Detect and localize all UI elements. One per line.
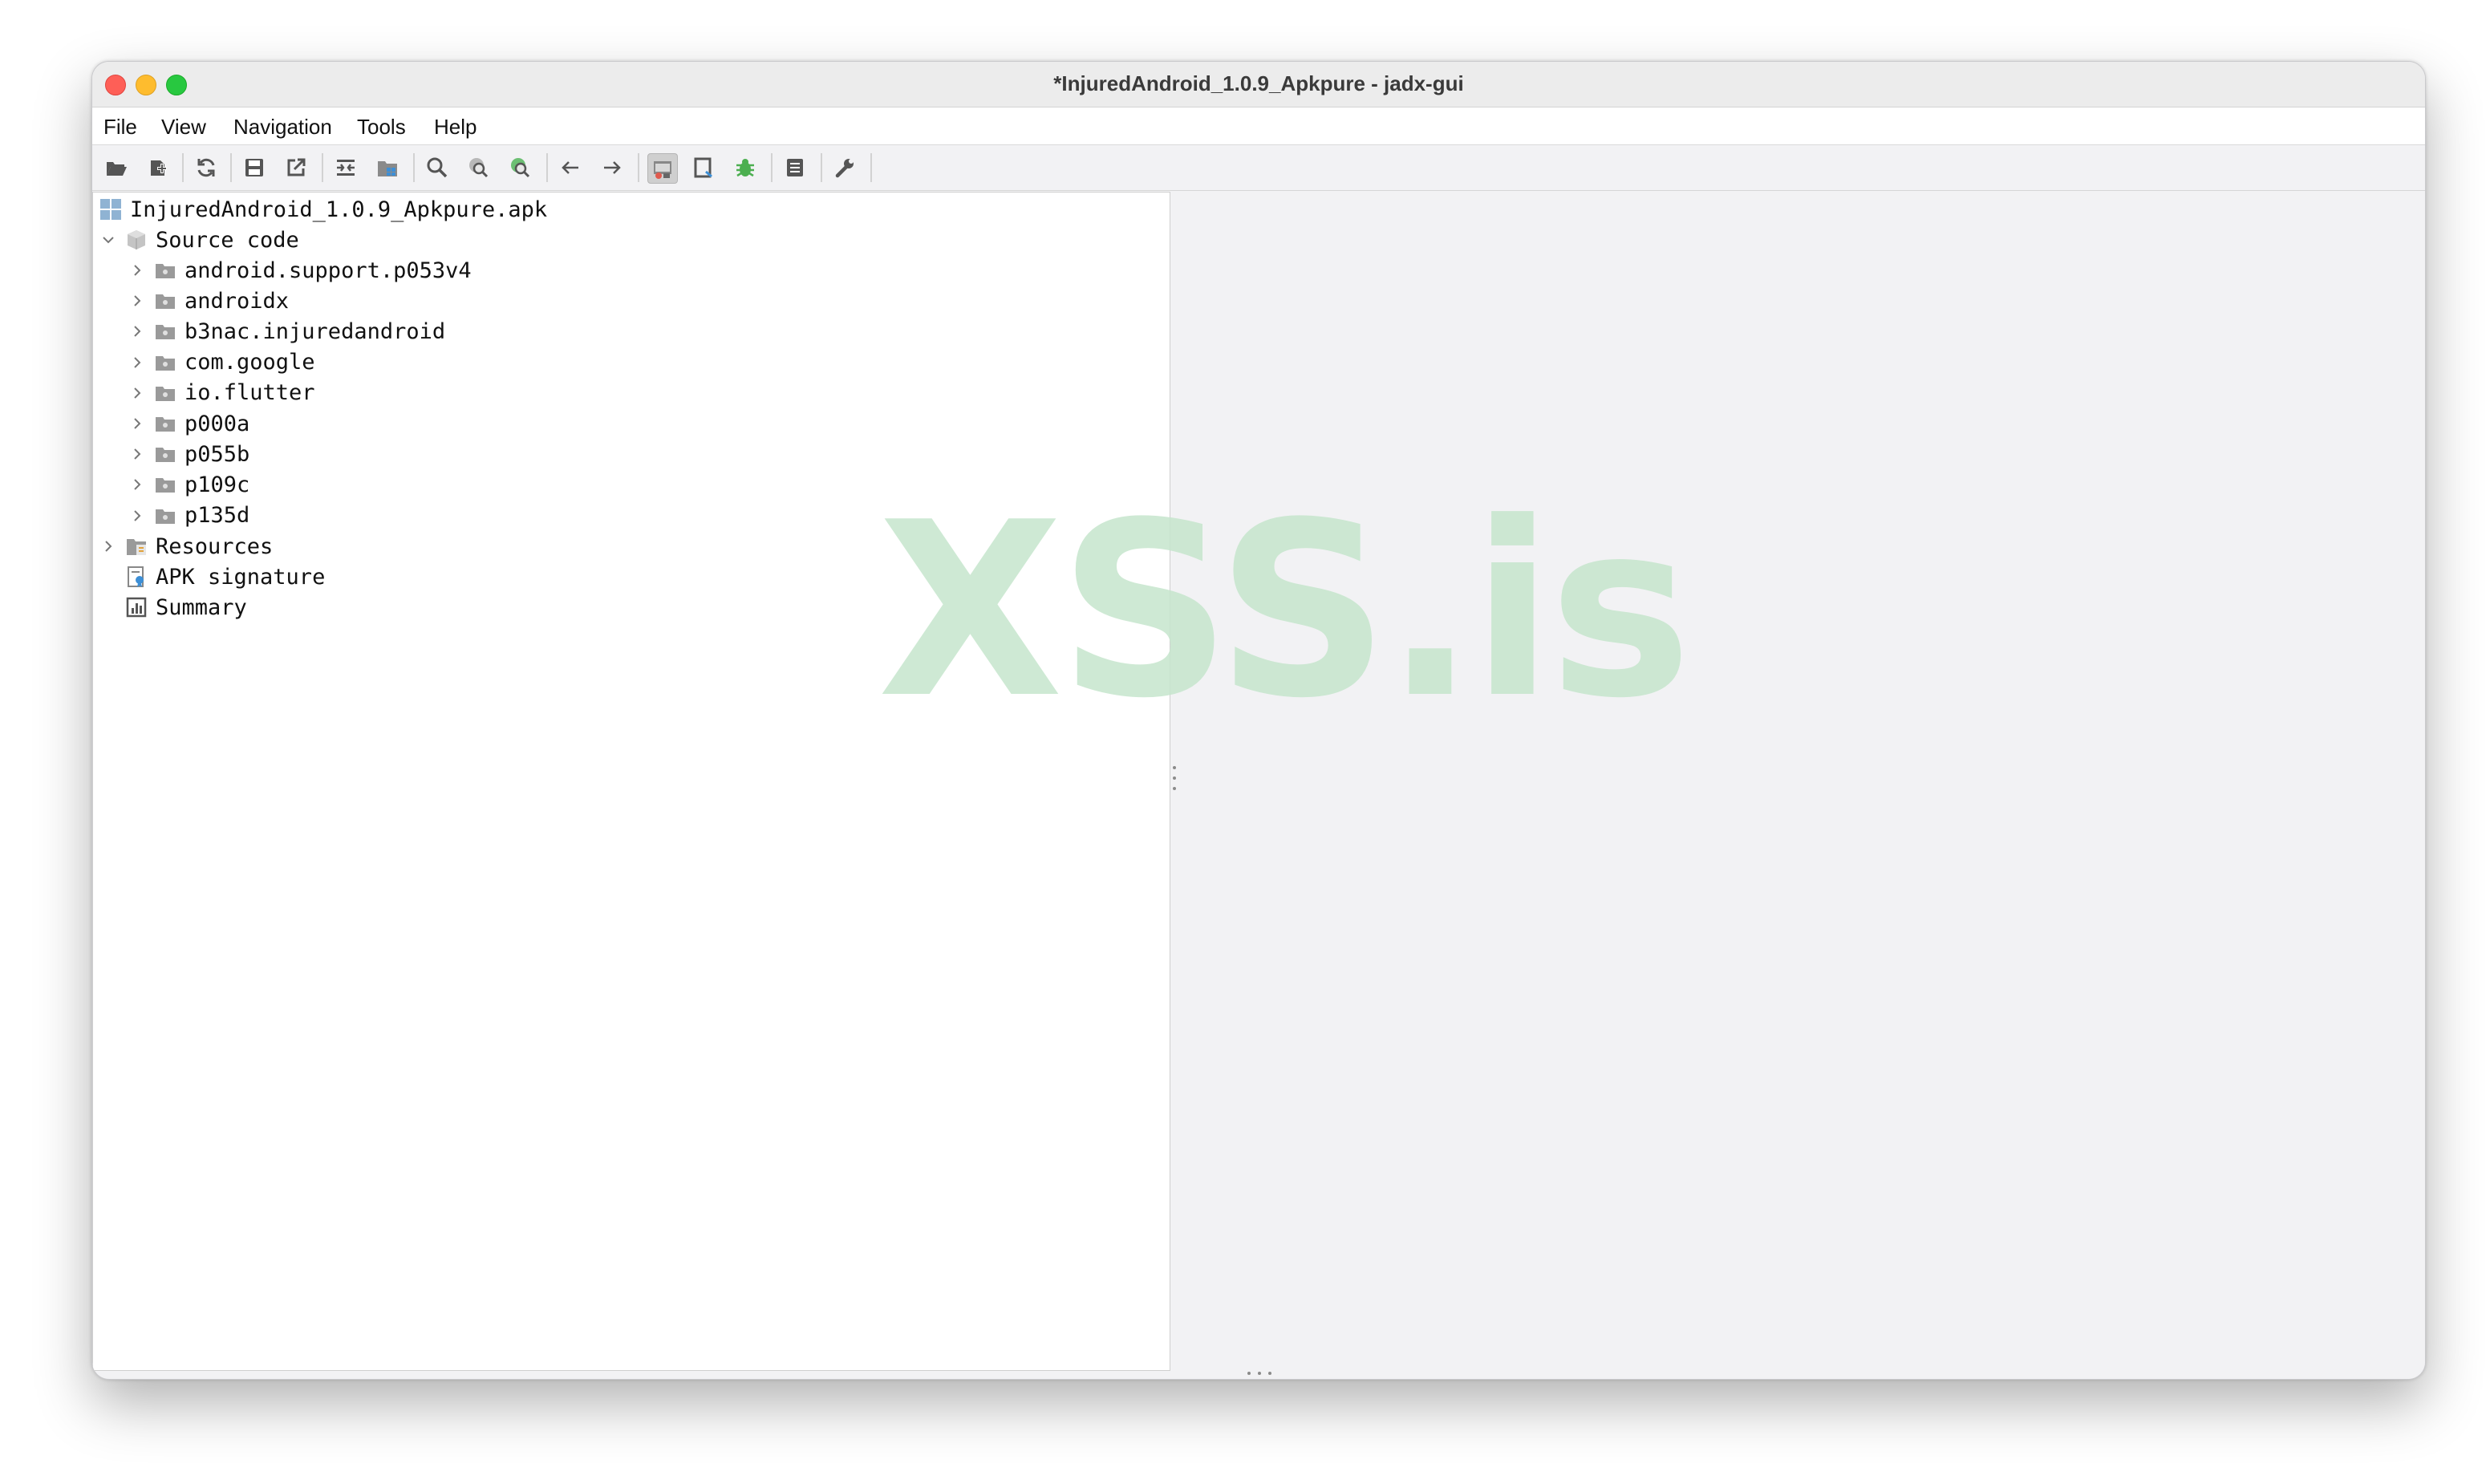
source-cube-icon (125, 229, 148, 251)
log-viewer-icon[interactable] (781, 153, 809, 182)
decompile-icon[interactable] (689, 153, 718, 182)
tree-package-item[interactable]: io.flutter (128, 378, 315, 408)
tree-root-apk[interactable]: InjuredAndroid_1.0.9_Apkpure.apk (99, 194, 547, 225)
chevron-right-icon[interactable] (128, 322, 146, 340)
tree-package-label: p055b (185, 441, 250, 467)
chevron-down-icon[interactable] (99, 231, 117, 249)
add-files-icon[interactable] (144, 153, 172, 182)
menu-view[interactable]: View (161, 115, 206, 140)
chevron-right-icon[interactable] (128, 415, 146, 432)
package-folder-icon (154, 382, 176, 404)
export-icon[interactable] (282, 153, 310, 182)
app-window: *InjuredAndroid_1.0.9_Apkpure - jadx-gui… (91, 61, 2426, 1380)
tree-apk-signature[interactable]: APK signature (125, 562, 325, 592)
toolbar-separator (546, 153, 548, 182)
tree-package-label: androidx (185, 288, 290, 314)
tree-package-item[interactable]: android.support.p053v4 (128, 255, 472, 286)
chevron-right-icon[interactable] (128, 384, 146, 402)
toolbar (92, 145, 2425, 191)
menu-navigation[interactable]: Navigation (233, 115, 332, 140)
tree-package-item[interactable]: com.google (128, 347, 315, 378)
resources-folder-icon (125, 535, 148, 558)
menu-bar: File View Navigation Tools Help (92, 107, 2425, 145)
tree-source-code[interactable]: Source code (99, 225, 299, 255)
chevron-right-icon[interactable] (128, 354, 146, 371)
tree-package-label: p000a (185, 411, 250, 436)
vertical-splitter-handle[interactable] (1172, 766, 1177, 790)
toolbar-separator (182, 153, 184, 182)
package-folder-icon (154, 259, 176, 282)
package-folder-icon (154, 320, 176, 343)
tree-package-label: io.flutter (185, 380, 315, 406)
chevron-right-icon[interactable] (128, 445, 146, 463)
tree-summary[interactable]: Summary (125, 592, 247, 622)
menu-file[interactable]: File (103, 115, 137, 140)
tree-package-item[interactable]: androidx (128, 286, 289, 316)
title-bar: *InjuredAndroid_1.0.9_Apkpure - jadx-gui (92, 62, 2425, 107)
preferences-wrench-icon[interactable] (830, 153, 859, 182)
toolbar-separator (413, 153, 415, 182)
window-title: *InjuredAndroid_1.0.9_Apkpure - jadx-gui (1053, 71, 1464, 95)
save-icon[interactable] (240, 153, 269, 182)
back-arrow-icon[interactable] (556, 153, 585, 182)
tree-package-item[interactable]: p109c (128, 469, 249, 500)
tree-resources-label: Resources (156, 533, 274, 559)
toolbar-separator (870, 153, 872, 182)
flatten-icon[interactable] (331, 153, 360, 182)
chevron-right-icon[interactable] (128, 262, 146, 279)
package-folder-icon (154, 290, 176, 312)
tree-summary-label: Summary (156, 594, 247, 620)
open-file-icon[interactable] (102, 153, 131, 182)
chevron-right-icon[interactable] (128, 292, 146, 310)
chevron-right-icon[interactable] (128, 507, 146, 525)
tree-package-label: p135d (185, 503, 250, 529)
certificate-icon (125, 566, 148, 588)
toolbar-separator (771, 153, 773, 182)
tree-apk-signature-label: APK signature (156, 564, 326, 590)
menu-help[interactable]: Help (434, 115, 477, 140)
horizontal-splitter-handle[interactable] (1247, 1371, 1271, 1376)
toolbar-separator (230, 153, 232, 182)
chevron-right-icon[interactable] (99, 537, 117, 555)
tree-package-label: p109c (185, 472, 250, 497)
tree-package-item[interactable]: b3nac.injuredandroid (128, 316, 445, 347)
package-folder-icon (154, 443, 176, 465)
package-folder-icon (154, 473, 176, 496)
forward-arrow-icon[interactable] (598, 153, 627, 182)
tree-resources[interactable]: Resources (99, 531, 273, 562)
package-folder-icon (154, 351, 176, 374)
sync-icon[interactable] (192, 153, 221, 182)
toolbar-separator (821, 153, 822, 182)
toolbar-separator (638, 153, 639, 182)
debug-bug-icon[interactable] (731, 153, 760, 182)
tree-package-item[interactable]: p055b (128, 439, 249, 469)
toolbar-separator (322, 153, 323, 182)
deobfuscation-icon[interactable] (647, 153, 678, 184)
tree-package-item[interactable]: p135d (128, 501, 249, 531)
tree-root-label: InjuredAndroid_1.0.9_Apkpure.apk (130, 197, 548, 222)
apk-grid-icon (99, 198, 122, 221)
package-icon[interactable] (373, 153, 402, 182)
tree-source-code-label: Source code (156, 227, 299, 253)
tree-package-item[interactable]: p000a (128, 408, 249, 439)
chevron-right-icon[interactable] (128, 476, 146, 493)
editor-area (1170, 192, 2425, 1379)
project-tree[interactable]: InjuredAndroid_1.0.9_Apkpure.apk Source … (92, 192, 1170, 1371)
tree-package-label: android.support.p053v4 (185, 257, 472, 283)
search-class-icon[interactable] (464, 153, 493, 182)
search-icon[interactable] (423, 153, 452, 182)
search-usage-icon[interactable] (506, 153, 535, 182)
tree-package-label: b3nac.injuredandroid (185, 318, 446, 344)
summary-chart-icon (125, 596, 148, 618)
package-folder-icon (154, 412, 176, 435)
tree-package-label: com.google (185, 350, 315, 375)
package-folder-icon (154, 505, 176, 527)
menu-tools[interactable]: Tools (357, 115, 406, 140)
